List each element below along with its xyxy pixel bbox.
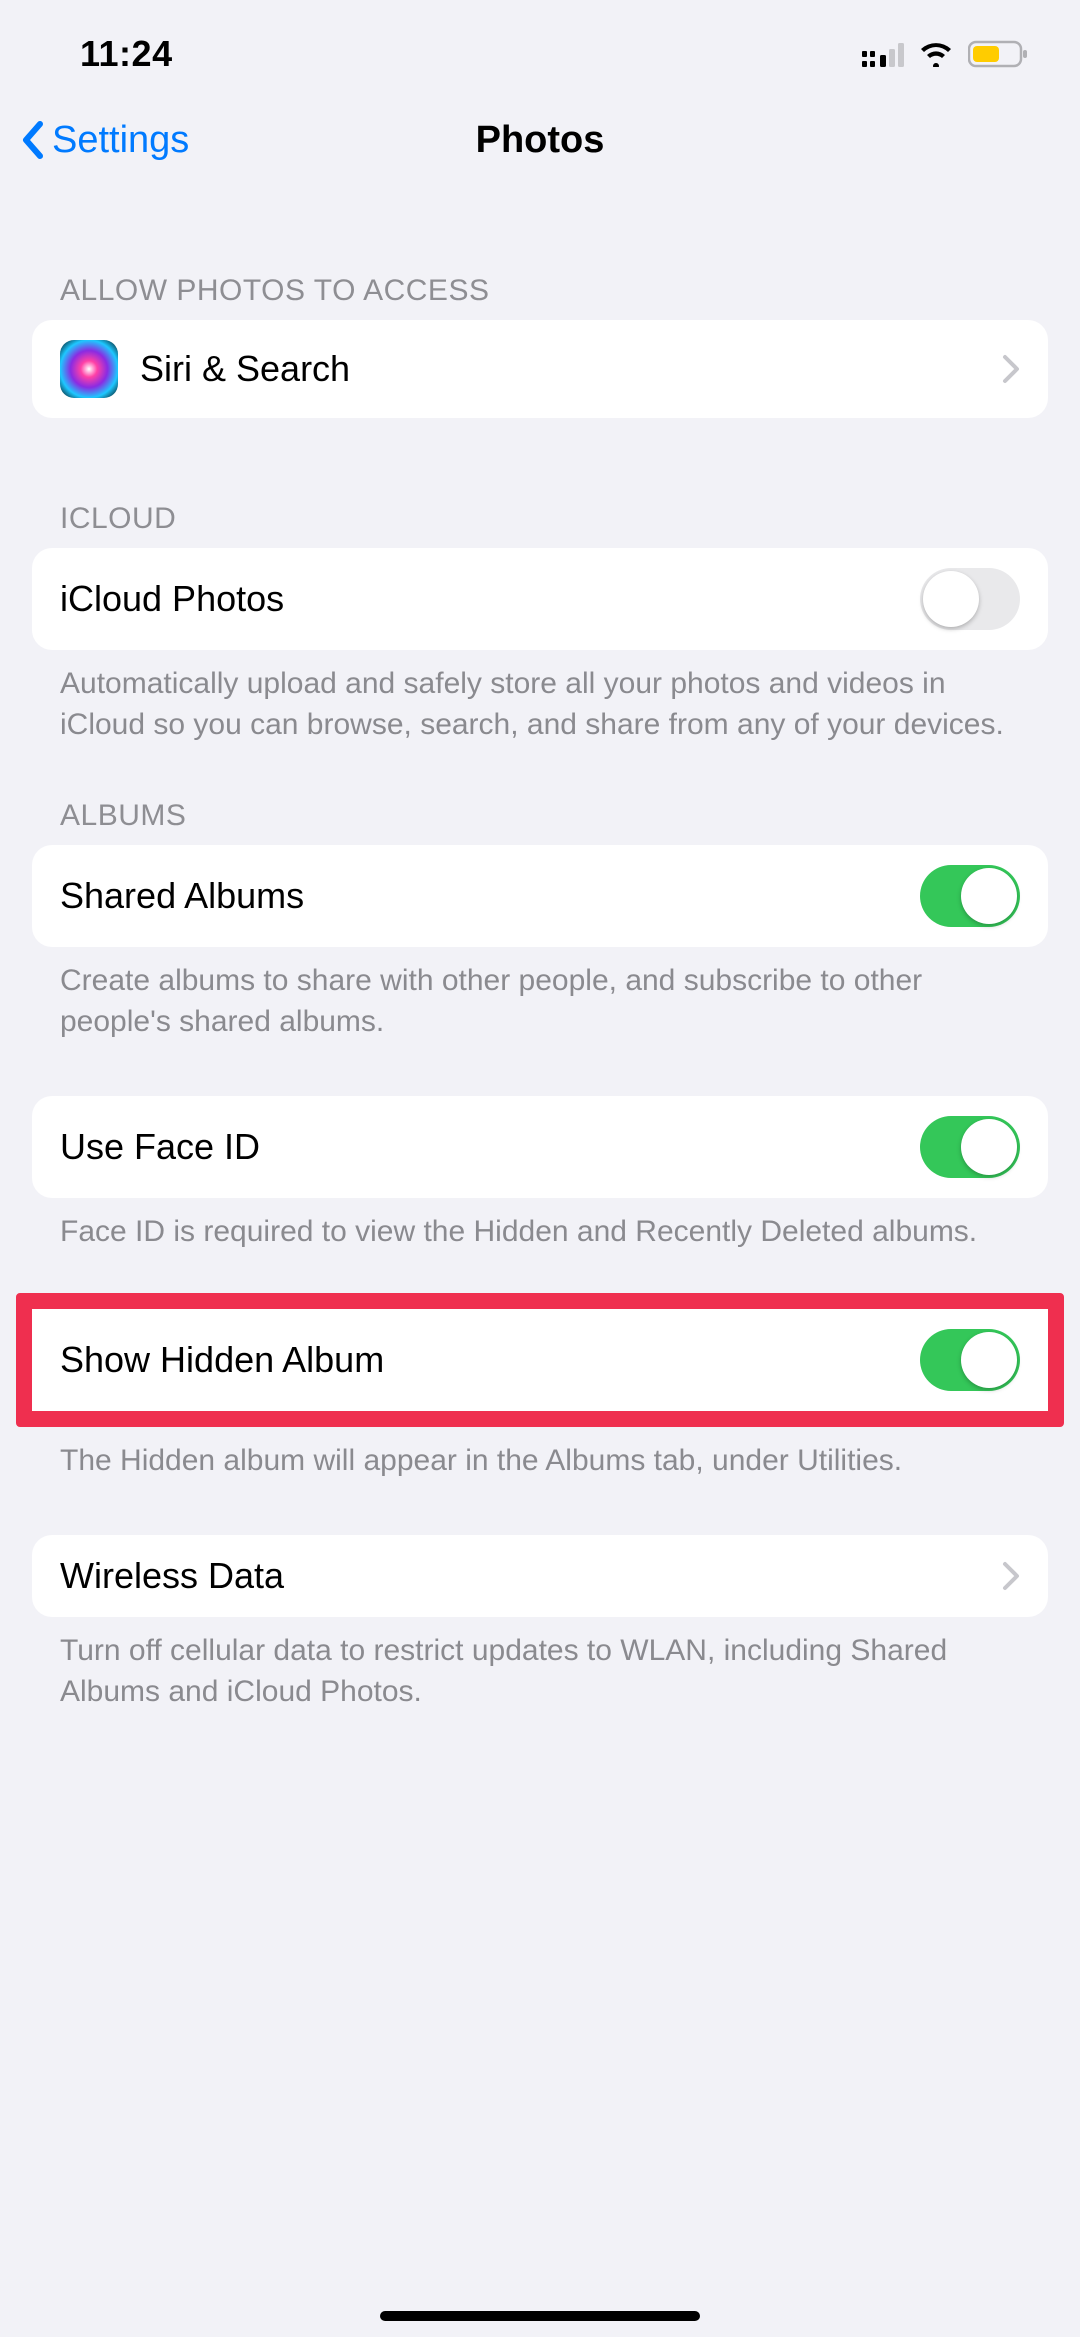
row-wireless-data[interactable]: Wireless Data bbox=[32, 1535, 1048, 1617]
section-footer-hidden: The Hidden album will appear in the Albu… bbox=[0, 1427, 1080, 1482]
section-footer-wireless: Turn off cellular data to restrict updat… bbox=[0, 1617, 1080, 1712]
section-header-access: ALLOW PHOTOS TO ACCESS bbox=[0, 274, 1080, 320]
home-indicator[interactable] bbox=[380, 2311, 700, 2321]
chevron-right-icon bbox=[1002, 354, 1020, 384]
show-hidden-toggle[interactable] bbox=[920, 1329, 1020, 1391]
group-access: Siri & Search bbox=[32, 320, 1048, 418]
shared-albums-toggle[interactable] bbox=[920, 865, 1020, 927]
back-button[interactable]: Settings bbox=[20, 119, 189, 162]
cellular-icon bbox=[862, 41, 904, 67]
row-siri-search[interactable]: Siri & Search bbox=[32, 320, 1048, 418]
section-footer-shared: Create albums to share with other people… bbox=[0, 947, 1080, 1042]
row-show-hidden-album[interactable]: Show Hidden Album bbox=[32, 1309, 1048, 1411]
chevron-right-icon bbox=[1002, 1561, 1020, 1591]
siri-icon bbox=[60, 340, 118, 398]
wifi-icon bbox=[918, 41, 954, 67]
group-wireless-data: Wireless Data bbox=[32, 1535, 1048, 1617]
section-footer-faceid: Face ID is required to view the Hidden a… bbox=[0, 1198, 1080, 1253]
status-icons bbox=[862, 40, 1030, 68]
highlight-show-hidden: Show Hidden Album bbox=[16, 1293, 1064, 1427]
use-faceid-label: Use Face ID bbox=[60, 1126, 898, 1168]
group-icloud: iCloud Photos bbox=[32, 548, 1048, 650]
back-label: Settings bbox=[52, 119, 189, 162]
status-time: 11:24 bbox=[80, 33, 173, 75]
page-title: Photos bbox=[476, 119, 605, 162]
wireless-data-label: Wireless Data bbox=[60, 1555, 980, 1597]
group-use-faceid: Use Face ID bbox=[32, 1096, 1048, 1198]
section-header-albums: ALBUMS bbox=[0, 799, 1080, 845]
icloud-photos-label: iCloud Photos bbox=[60, 578, 898, 620]
status-bar: 11:24 bbox=[0, 0, 1080, 90]
battery-icon bbox=[968, 40, 1030, 68]
row-icloud-photos[interactable]: iCloud Photos bbox=[32, 548, 1048, 650]
row-use-faceid[interactable]: Use Face ID bbox=[32, 1096, 1048, 1198]
nav-bar: Settings Photos bbox=[0, 90, 1080, 190]
show-hidden-label: Show Hidden Album bbox=[60, 1339, 898, 1381]
use-faceid-toggle[interactable] bbox=[920, 1116, 1020, 1178]
section-footer-icloud: Automatically upload and safely store al… bbox=[0, 650, 1080, 745]
group-shared-albums: Shared Albums bbox=[32, 845, 1048, 947]
shared-albums-label: Shared Albums bbox=[60, 875, 898, 917]
row-shared-albums[interactable]: Shared Albums bbox=[32, 845, 1048, 947]
icloud-photos-toggle[interactable] bbox=[920, 568, 1020, 630]
chevron-left-icon bbox=[20, 120, 46, 160]
section-header-icloud: ICLOUD bbox=[0, 502, 1080, 548]
siri-search-label: Siri & Search bbox=[140, 348, 980, 390]
